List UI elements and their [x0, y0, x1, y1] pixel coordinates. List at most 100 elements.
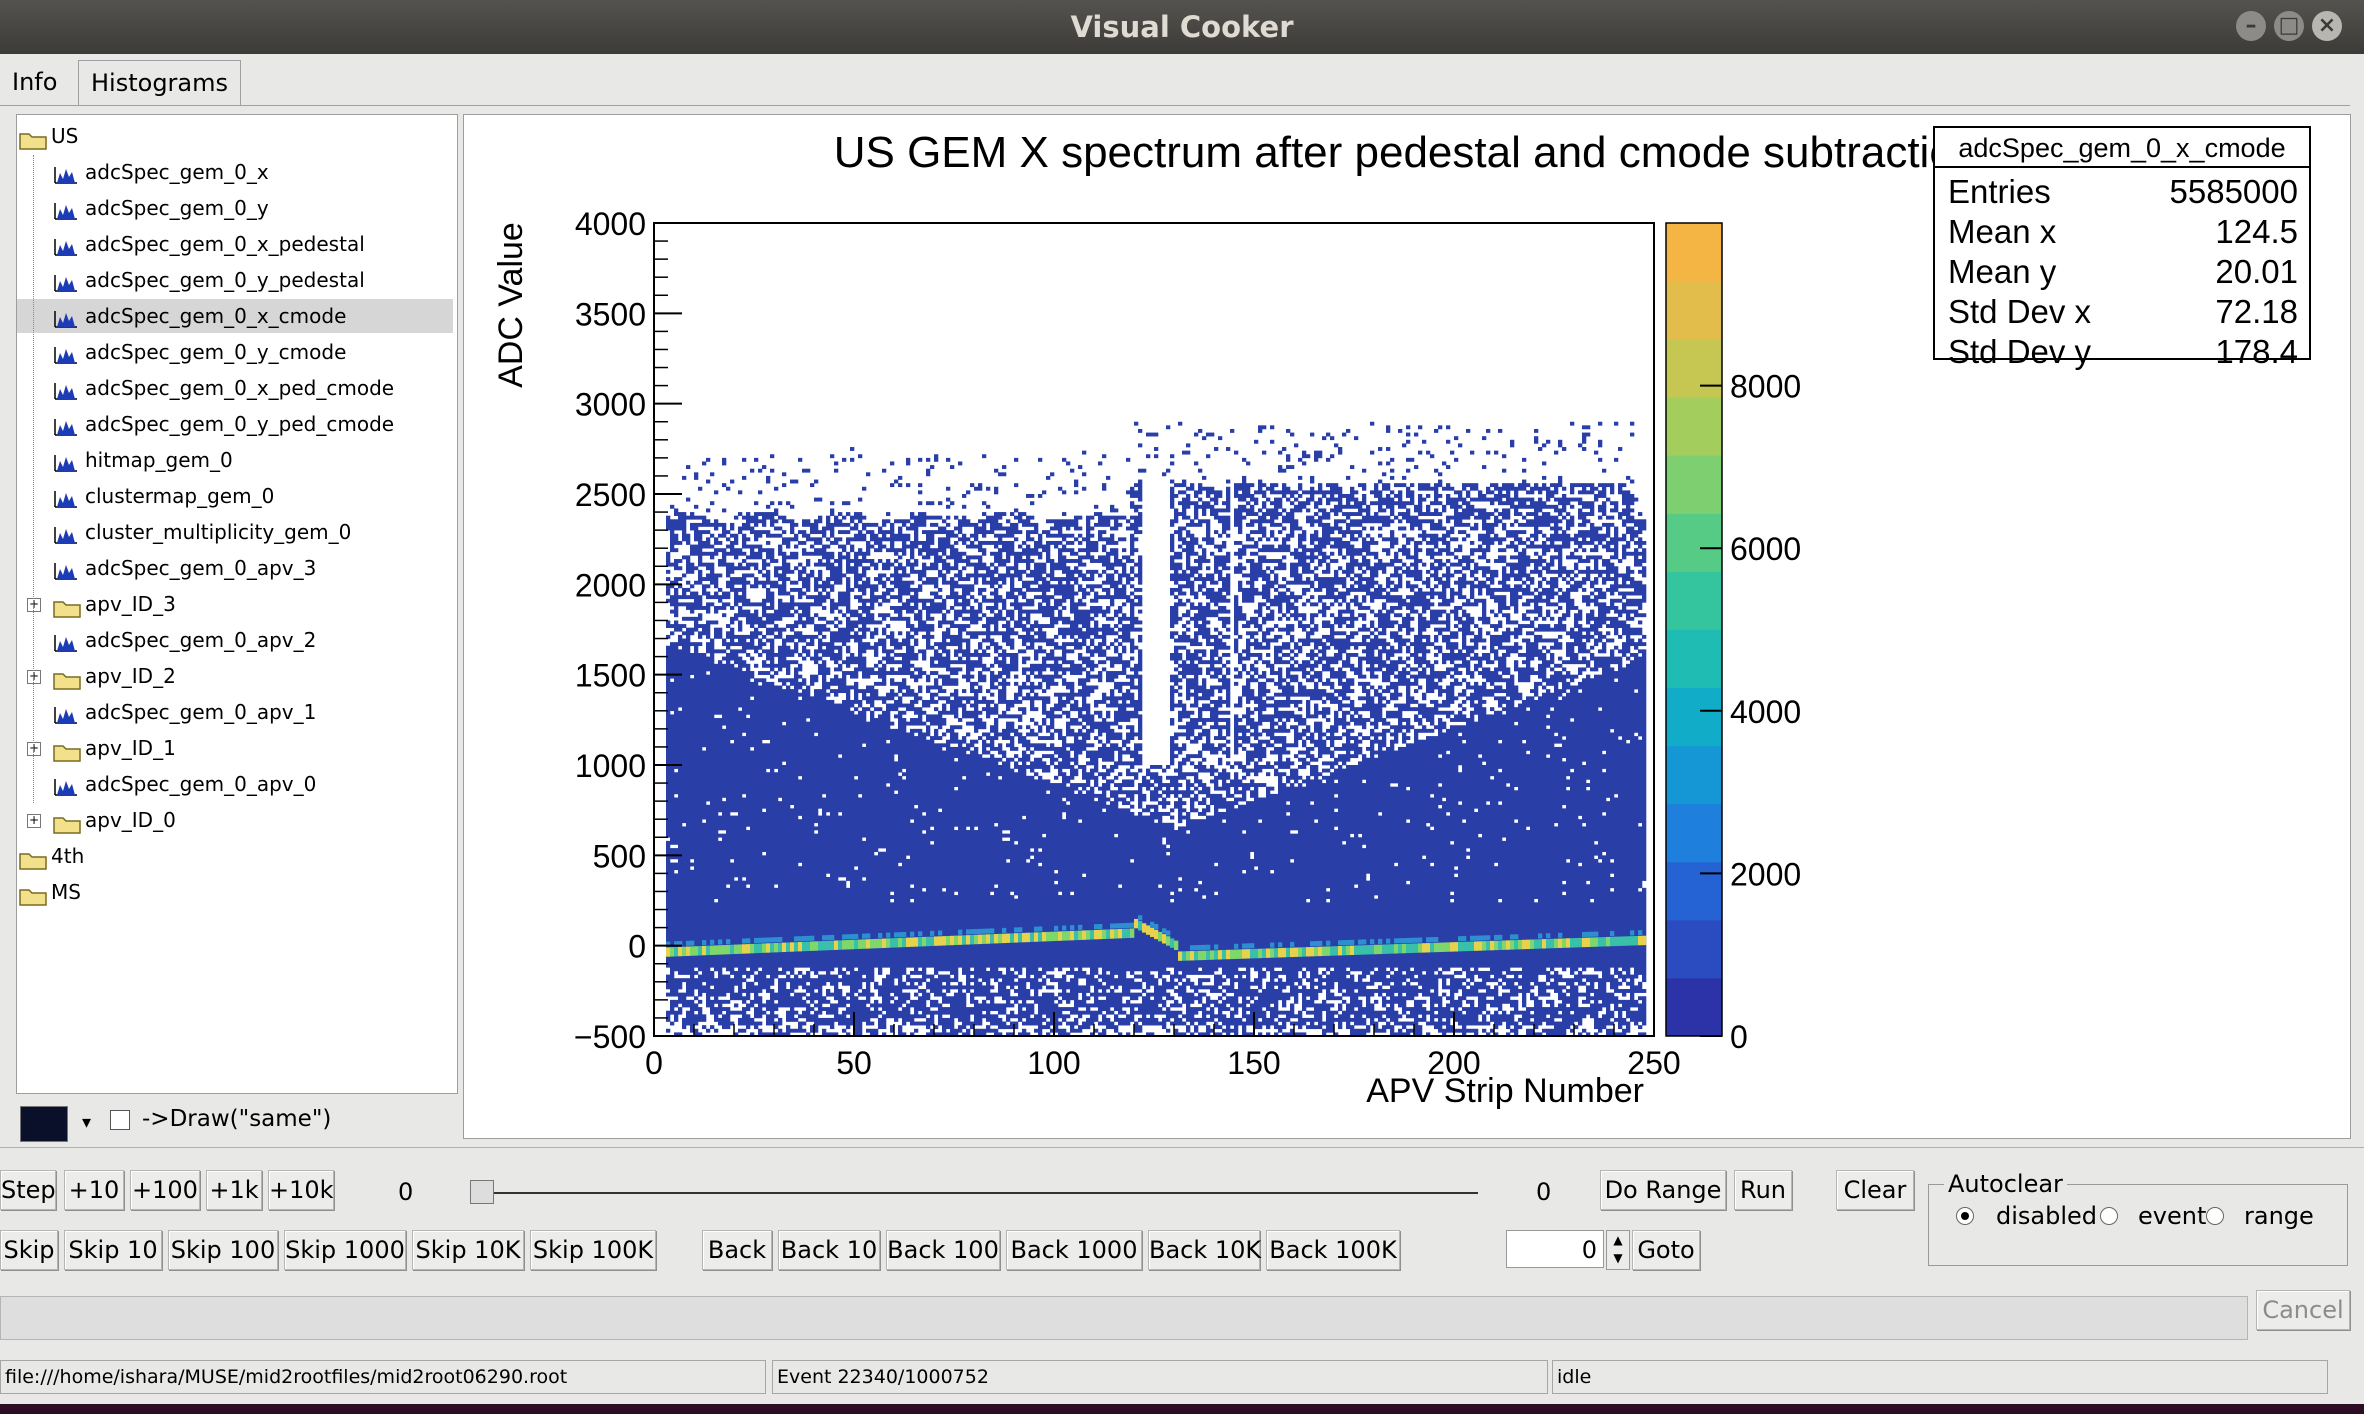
heatmap-bin — [1402, 501, 1407, 509]
expand-icon[interactable]: + — [27, 670, 41, 684]
tree-folder[interactable]: 4th — [17, 839, 453, 873]
heatmap-bin — [1090, 750, 1095, 766]
heatmap-bin — [1090, 515, 1095, 520]
heatmap-bin — [1106, 804, 1111, 972]
expand-icon[interactable]: + — [27, 598, 41, 612]
tree-item-label: apv_ID_0 — [85, 808, 176, 832]
expand-icon[interactable]: + — [27, 814, 41, 828]
tree-item[interactable]: adcSpec_gem_0_apv_3 — [17, 551, 453, 585]
heatmap-bin — [738, 634, 743, 647]
heatmap-bin — [1350, 544, 1355, 574]
heatmap-bin — [1158, 811, 1163, 885]
minimize-icon[interactable]: – — [2236, 11, 2266, 41]
heatmap-bin — [1366, 1025, 1371, 1033]
heatmap-bin — [1374, 732, 1379, 744]
heatmap-bin — [738, 548, 743, 556]
heatmap-bin — [1266, 689, 1271, 694]
heatmap-bin — [894, 606, 899, 614]
heatmap-bin — [1186, 540, 1191, 571]
heatmap-bin — [942, 974, 947, 983]
tree-item[interactable]: adcSpec_gem_0_apv_0 — [17, 767, 453, 801]
maximize-icon[interactable]: □ — [2274, 11, 2304, 41]
heatmap-bin — [1166, 981, 1171, 990]
tree-item[interactable]: clustermap_gem_0 — [17, 479, 453, 513]
tab-histograms[interactable]: Histograms — [78, 60, 242, 105]
heatmap-bin — [1102, 718, 1107, 733]
heatmap-bin — [1214, 736, 1219, 740]
heatmap-bin — [1194, 566, 1199, 574]
tree-item[interactable]: adcSpec_gem_0_y_pedestal — [17, 263, 453, 297]
heatmap-bin — [1046, 519, 1051, 524]
heatmap-bin — [946, 580, 951, 585]
heatmap-bin — [854, 869, 859, 968]
heatmap-bin — [1210, 1007, 1215, 1022]
close-icon[interactable]: × — [2312, 11, 2342, 41]
expand-icon[interactable]: + — [27, 742, 41, 756]
histogram-tree[interactable]: US adcSpec_gem_0_x adcSpec_gem_0_y adcSpec_… — [16, 114, 458, 1094]
heatmap-bin — [1266, 739, 1271, 748]
heatmap-bin — [718, 587, 723, 592]
heatmap-bin — [870, 530, 875, 542]
tree-folder[interactable]: apv_ID_2 — [17, 659, 453, 693]
tree-item[interactable]: adcSpec_gem_0_y_cmode — [17, 335, 453, 369]
tree-item[interactable]: adcSpec_gem_0_x_ped_cmode — [17, 371, 453, 405]
heatmap-bin — [1066, 710, 1071, 719]
heatmap-bin — [878, 985, 883, 997]
tree-folder[interactable]: apv_ID_1 — [17, 731, 453, 765]
heatmap-bin — [1186, 663, 1191, 675]
heatmap-plot[interactable]: US GEM X spectrum after pedestal and cmo… — [464, 115, 2350, 1138]
tree-item[interactable]: adcSpec_gem_0_y — [17, 191, 453, 225]
heatmap-bin — [938, 736, 943, 740]
heatmap-bin — [1342, 494, 1347, 498]
tab-info[interactable]: Info — [0, 60, 69, 104]
heatmap-bin — [1278, 544, 1283, 553]
tree-item[interactable]: adcSpec_gem_0_apv_1 — [17, 695, 453, 729]
tree-folder[interactable]: apv_ID_3 — [17, 587, 453, 621]
heatmap-bin — [1318, 483, 1323, 495]
heatmap-bin — [1394, 725, 1399, 744]
heatmap-bin — [1182, 801, 1187, 806]
heatmap-bin — [1042, 649, 1047, 654]
heatmap-bin — [1066, 721, 1071, 737]
heatmap-bin — [854, 522, 859, 531]
heatmap-bin — [1042, 1017, 1047, 1022]
heatmap-bin — [1198, 584, 1203, 592]
heatmap-bin — [798, 540, 803, 545]
heatmap-bin — [1074, 537, 1079, 542]
heatmap-bin — [706, 602, 711, 614]
heatmap-bin — [1134, 772, 1139, 780]
color-swatch[interactable] — [20, 1106, 68, 1142]
tree-folder[interactable]: apv_ID_0 — [17, 803, 453, 837]
tree-folder[interactable]: US — [17, 119, 453, 153]
heatmap-bin — [1094, 606, 1099, 618]
heatmap-bin — [1406, 501, 1411, 506]
heatmap-bin — [1022, 602, 1027, 607]
chevron-down-icon[interactable]: ▾ — [82, 1112, 91, 1133]
histogram-canvas[interactable]: US GEM X spectrum after pedestal and cmo… — [463, 114, 2351, 1139]
tree-item[interactable]: adcSpec_gem_0_y_ped_cmode — [17, 407, 453, 441]
heatmap-bin — [1454, 606, 1459, 621]
heatmap-bin — [914, 707, 919, 715]
heatmap-bin — [1130, 811, 1135, 860]
heatmap-bin — [1174, 754, 1179, 759]
draw-same-checkbox[interactable] — [110, 1110, 130, 1130]
tree-item[interactable]: adcSpec_gem_0_apv_2 — [17, 623, 453, 657]
heatmap-bin — [1186, 992, 1191, 1022]
heatmap-bin — [1170, 815, 1175, 820]
heatmap-bin — [742, 880, 747, 975]
heatmap-bin — [1506, 573, 1511, 582]
tree-item[interactable]: adcSpec_gem_0_x — [17, 155, 453, 189]
heatmap-bin — [1338, 736, 1343, 740]
heatmap-bin — [1030, 728, 1035, 737]
tree-folder[interactable]: MS — [17, 875, 453, 909]
tree-item[interactable]: adcSpec_gem_0_x_cmode — [17, 299, 453, 333]
tree-item[interactable]: hitmap_gem_0 — [17, 443, 453, 477]
heatmap-bin — [1066, 566, 1071, 600]
heatmap-bin — [1118, 627, 1123, 632]
heatmap-bin — [838, 663, 843, 672]
tree-item[interactable]: cluster_multiplicity_gem_0 — [17, 515, 453, 549]
heatmap-bin — [802, 1021, 807, 1026]
tree-item[interactable]: adcSpec_gem_0_x_pedestal — [17, 227, 453, 261]
heatmap-bin — [1302, 985, 1307, 1011]
heatmap-bin — [1314, 587, 1319, 592]
